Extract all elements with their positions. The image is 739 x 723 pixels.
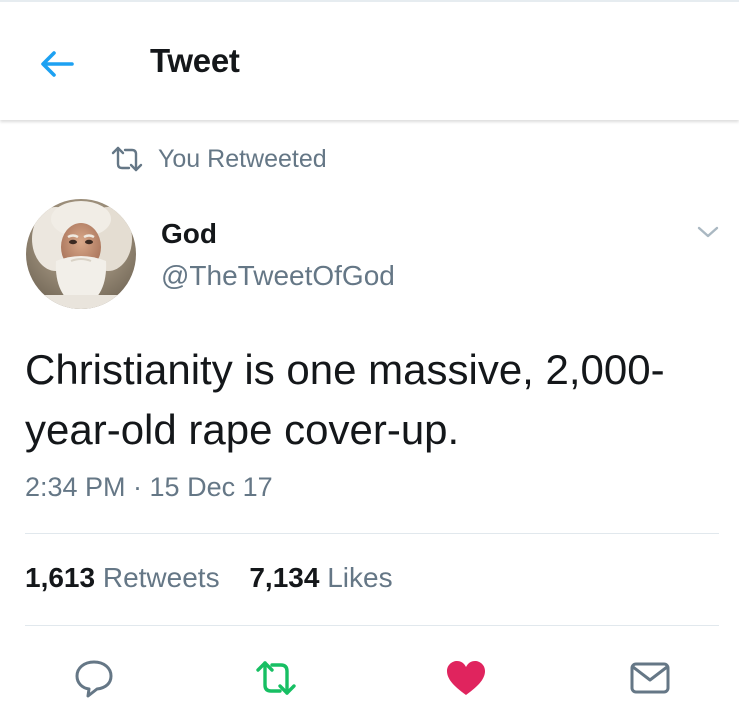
avatar-image [26,199,136,309]
envelope-icon [630,662,670,694]
retweet-context: You Retweeted [110,144,327,174]
author-name[interactable]: God [161,218,217,250]
divider [25,625,719,626]
back-button[interactable] [36,42,80,86]
tweet-timestamp: 2:34 PM · 15 Dec 17 [25,472,273,502]
reply-icon [75,660,113,698]
avatar[interactable] [26,199,136,309]
page-title: Tweet [150,42,240,79]
top-app-bar: Tweet [0,0,739,120]
chevron-down-icon [697,226,719,238]
tweet-detail-screen: Tweet You Retweeted God @TheTweetOfGod C… [0,0,739,723]
tweet-text: Christianity is one massive, 2,000-year-… [25,346,665,453]
direct-message-button[interactable] [628,656,672,700]
heart-icon [447,661,485,695]
divider [25,533,719,534]
retweets-stat[interactable]: 1,613 Retweets [25,562,220,594]
retweets-label: Retweets [102,562,220,593]
likes-count: 7,134 [249,562,320,593]
reply-button[interactable] [72,656,116,700]
tweet-options-button[interactable] [694,218,722,246]
author-handle[interactable]: @TheTweetOfGod [161,260,395,292]
retweets-count: 1,613 [25,562,96,593]
retweet-context-label: You Retweeted [158,144,327,173]
tweet-stats: 1,613 Retweets 7,134 Likes [25,562,415,594]
like-button[interactable] [444,656,488,700]
retweet-icon [256,661,296,695]
likes-label: Likes [327,562,393,593]
arrow-left-icon [41,51,74,77]
retweet-button[interactable] [254,656,298,700]
retweet-icon [111,146,143,172]
likes-stat[interactable]: 7,134 Likes [249,562,392,594]
